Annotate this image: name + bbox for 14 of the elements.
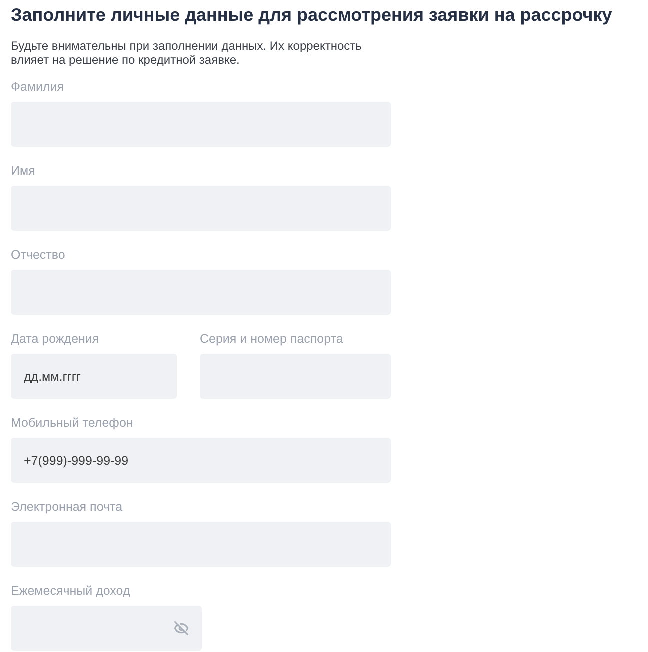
field-label: Электронная почта	[11, 499, 124, 515]
field-label: Серия и номер паспорта	[200, 331, 344, 347]
field-label: Дата рождения	[11, 331, 100, 347]
field-label: Мобильный телефон	[11, 415, 134, 431]
input-field[interactable]: дд.мм.гггг	[11, 354, 177, 399]
eye-off-icon[interactable]	[174, 621, 189, 636]
input-field[interactable]	[11, 606, 202, 651]
intro-text: Будьте внимательны при заполнении данных. Их корректность влияет на решение по кредитной заявке.	[11, 39, 363, 67]
field-label: Отчество	[11, 247, 66, 263]
field-label: Фамилия	[11, 79, 66, 95]
form-title: Заполните личные данные для рассмотрения заявки на рассрочку	[11, 4, 614, 26]
field-label: Ежемесячный доход	[11, 583, 132, 599]
field-label: Имя	[11, 163, 36, 179]
input-field[interactable]: +7(999)-999-99-99	[11, 438, 391, 483]
